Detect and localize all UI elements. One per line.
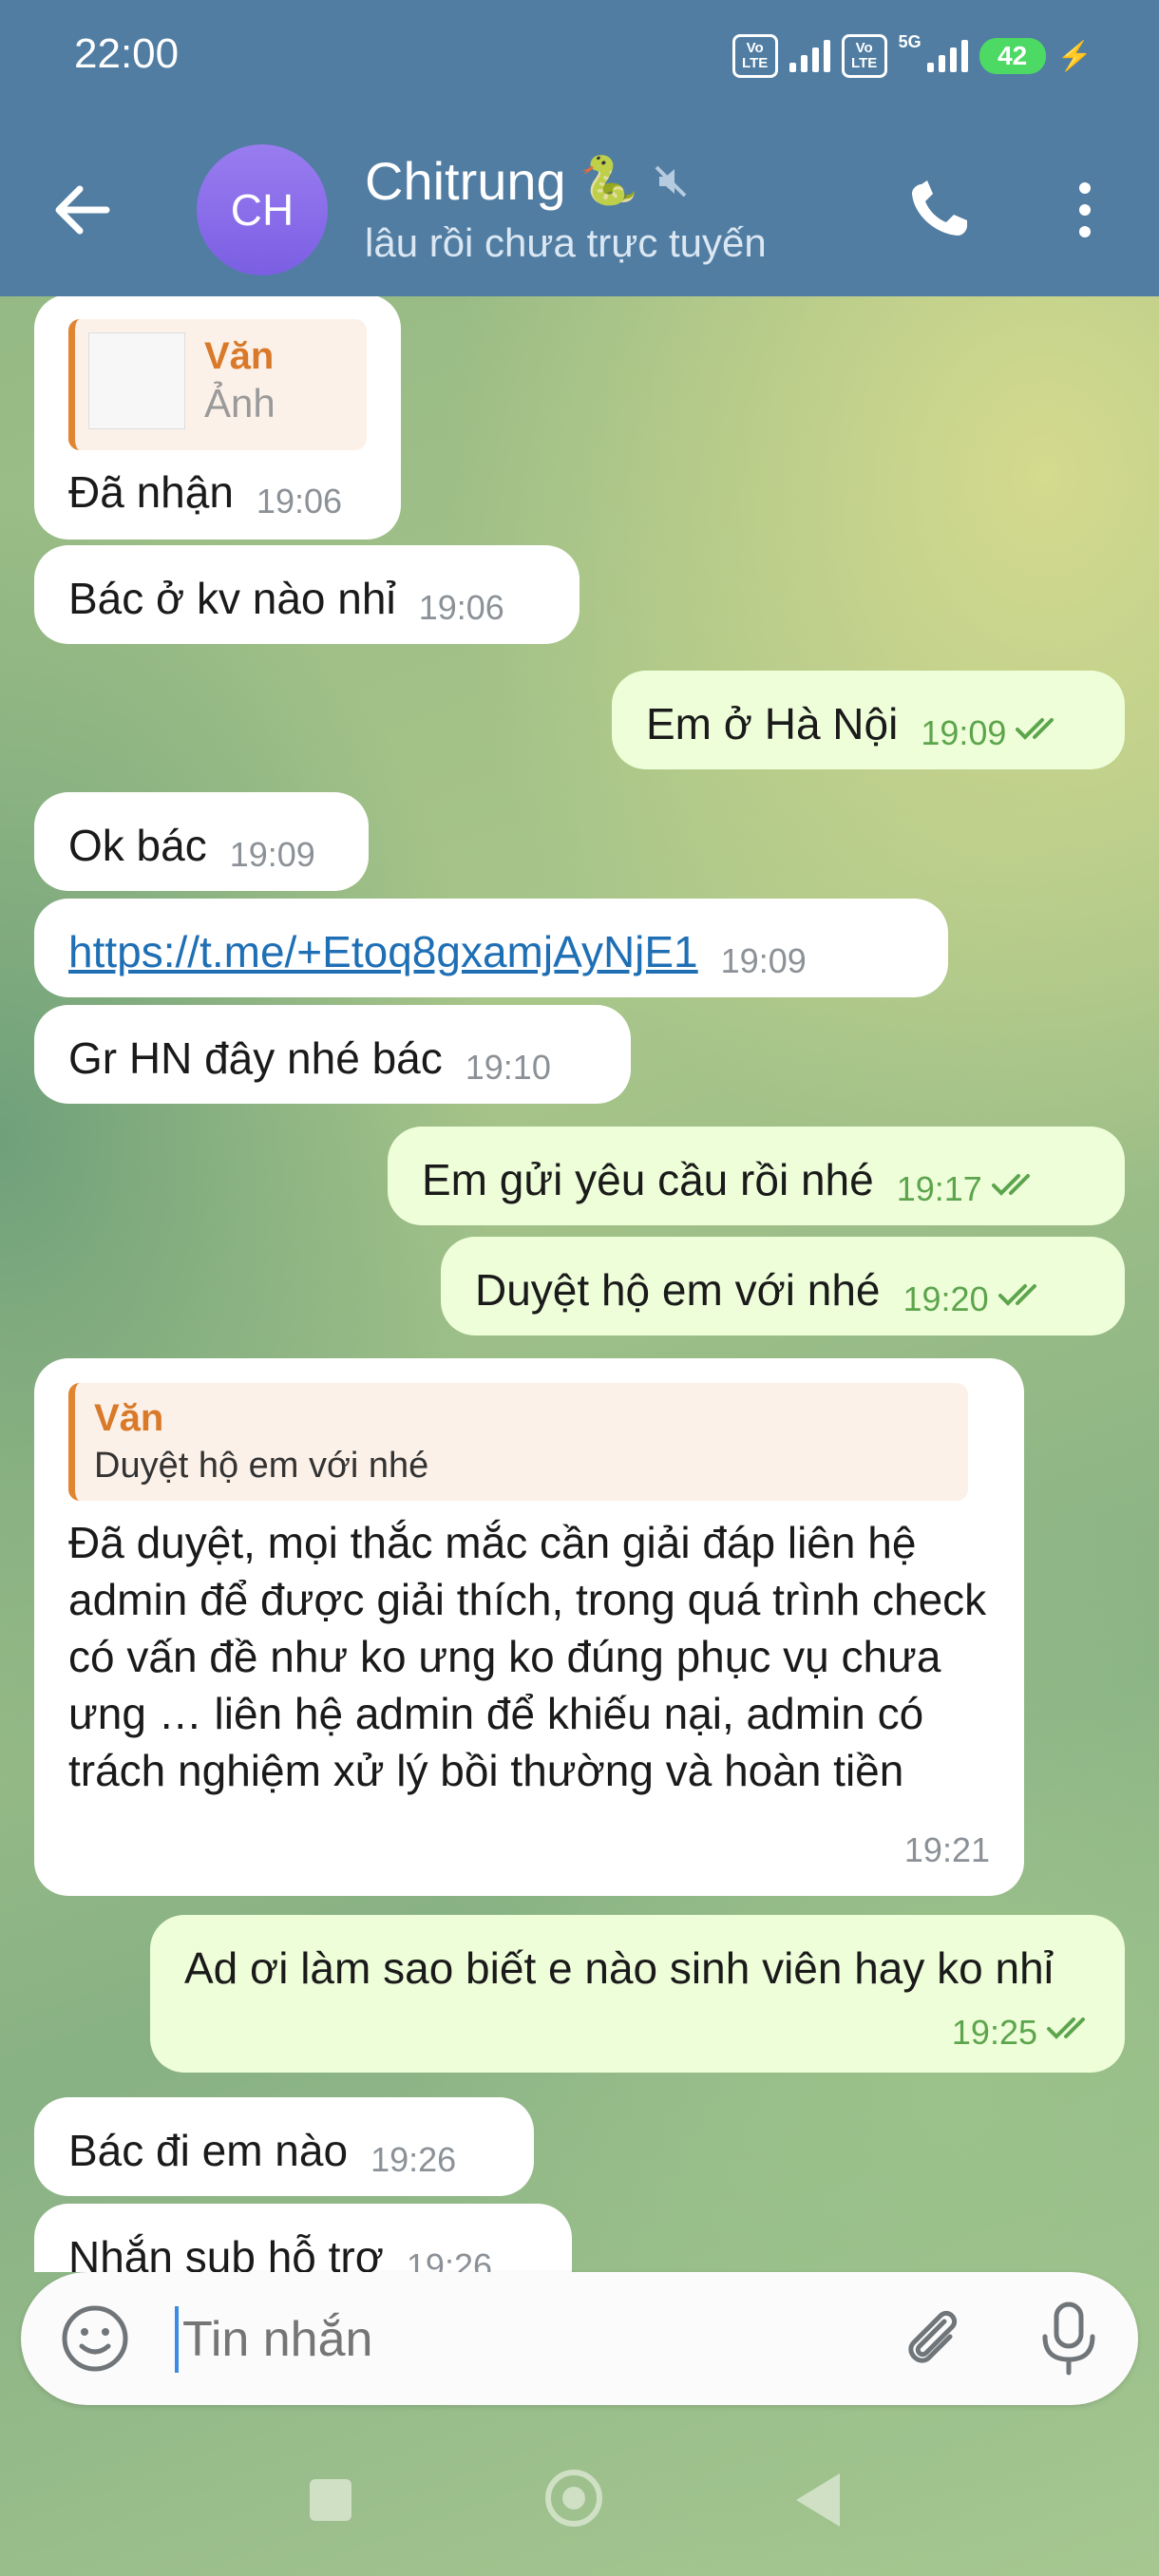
voice-record-button[interactable] (1034, 2299, 1104, 2378)
muted-icon (655, 165, 687, 197)
emoji-button[interactable] (59, 2302, 131, 2375)
message-time: 19:10 (465, 1048, 551, 1087)
message-bubble[interactable]: Văn Duyệt hộ em với nhé Đã duyệt, mọi th… (34, 1358, 1024, 1896)
message-text: Em gửi yêu cầu rồi nhé (422, 1155, 874, 1204)
message-bubble[interactable]: Em gửi yêu cầu rồi nhé 19:17 (388, 1127, 1125, 1225)
message-text: Đã duyệt, mọi thắc mắc cần giải đáp liên… (68, 1518, 987, 1795)
message-text: Em ở Hà Nội (646, 699, 899, 748)
photo-thumbnail (88, 332, 185, 429)
message-text: Ok bác (68, 821, 207, 870)
contact-emoji: 🐍 (579, 154, 638, 207)
message-bubble[interactable]: Nhắn sub hỗ trợ 19:26 (34, 2204, 572, 2272)
phone-icon (912, 180, 967, 236)
microphone-icon (1042, 2301, 1095, 2376)
signal-icon (788, 40, 830, 72)
read-check-icon (1047, 2017, 1085, 2039)
battery-icon: 42 (978, 38, 1046, 74)
message-bubble[interactable]: Bác ở kv nào nhỉ 19:06 (34, 545, 580, 644)
attach-button[interactable] (895, 2301, 971, 2377)
message-text: Gr HN đây nhé bác (68, 1033, 443, 1083)
reply-quote[interactable]: Văn Duyệt hộ em với nhé (68, 1383, 968, 1501)
message-bubble[interactable]: Ok bác 19:09 (34, 792, 369, 891)
volte-icon: Vo LTE (732, 34, 778, 78)
status-time: 22:00 (74, 30, 180, 77)
back-nav-button[interactable] (796, 2473, 840, 2527)
app-header: 22:00 Vo LTE Vo LTE 5G 42 ⚡ CH Chitrung … (0, 0, 1159, 296)
message-bubble[interactable]: Ad ơi làm sao biết e nào sinh viên hay k… (150, 1915, 1125, 2073)
message-bubble[interactable]: Văn Ảnh Đã nhận 19:06 (34, 296, 401, 540)
call-button[interactable] (901, 177, 977, 243)
message-meta: 19:25 (929, 1995, 1098, 2061)
message-time: 19:25 (951, 2013, 1037, 2052)
message-text: Đã nhận (68, 467, 234, 517)
message-time: 19:26 (370, 2140, 457, 2179)
message-text: Nhắn sub hỗ trợ (68, 2232, 384, 2272)
message-time: 19:09 (720, 941, 807, 980)
message-time: 19:09 (229, 835, 315, 874)
back-button[interactable] (49, 177, 116, 243)
more-vertical-icon (1079, 182, 1091, 237)
message-bubble[interactable]: Em ở Hà Nội 19:09 (612, 671, 1125, 769)
recents-nav-button[interactable] (310, 2479, 352, 2521)
network-type: 5G (898, 32, 922, 51)
message-input[interactable] (180, 2301, 849, 2378)
home-nav-button[interactable] (545, 2470, 602, 2527)
read-check-icon (998, 1284, 1036, 1306)
message-composer (21, 2272, 1138, 2405)
arrow-left-icon (55, 185, 110, 235)
reply-quote[interactable]: Văn Ảnh (68, 319, 367, 450)
charging-icon: ⚡ (1056, 40, 1092, 72)
message-bubble[interactable]: Duyệt hộ em với nhé 19:20 (441, 1237, 1125, 1335)
status-icons: Vo LTE Vo LTE 5G 42 ⚡ (732, 32, 1092, 80)
message-text: Bác đi em nào (68, 2126, 349, 2175)
more-menu-button[interactable] (1064, 177, 1106, 243)
message-time: 19:06 (256, 482, 343, 521)
message-text: Duyệt hộ em với nhé (475, 1265, 881, 1315)
read-check-icon (1016, 718, 1054, 740)
text-caret (175, 2306, 179, 2373)
message-time: 19:21 (903, 1830, 990, 1869)
message-list[interactable]: Văn Ảnh Đã nhận 19:06 Bác ở kv nào nhỉ 19:… (0, 296, 1159, 2272)
message-time: 19:17 (896, 1169, 982, 1208)
message-time: 19:06 (418, 588, 504, 627)
contact-name: Chitrung (365, 151, 566, 211)
read-check-icon (991, 1174, 1030, 1196)
message-time: 19:26 (406, 2246, 492, 2272)
message-time: 19:09 (921, 713, 1007, 752)
chat-title[interactable]: Chitrung 🐍 (365, 150, 690, 212)
message-time: 19:20 (902, 1279, 989, 1318)
message-bubble[interactable]: Gr HN đây nhé bác 19:10 (34, 1005, 631, 1104)
volte-icon-2: Vo LTE (841, 34, 887, 78)
avatar[interactable]: CH (197, 144, 328, 275)
reply-text: Duyệt hộ em với nhé (94, 1446, 429, 1486)
message-link[interactable]: https://t.me/+Etoq8gxamjAyNjE1 (68, 927, 698, 976)
paperclip-icon (908, 2310, 958, 2363)
reply-sender: Văn (94, 1397, 164, 1439)
smile-icon (62, 2305, 128, 2372)
message-bubble[interactable]: https://t.me/+Etoq8gxamjAyNjE1 19:09 (34, 899, 948, 997)
message-bubble[interactable]: Bác đi em nào 19:26 (34, 2097, 534, 2196)
last-seen-status: lâu rồi chưa trực tuyến (365, 220, 767, 265)
signal-icon-2 (926, 40, 968, 72)
message-text: Bác ở kv nào nhỉ (68, 574, 396, 623)
message-text: Ad ơi làm sao biết e nào sinh viên hay k… (184, 1943, 1054, 1993)
